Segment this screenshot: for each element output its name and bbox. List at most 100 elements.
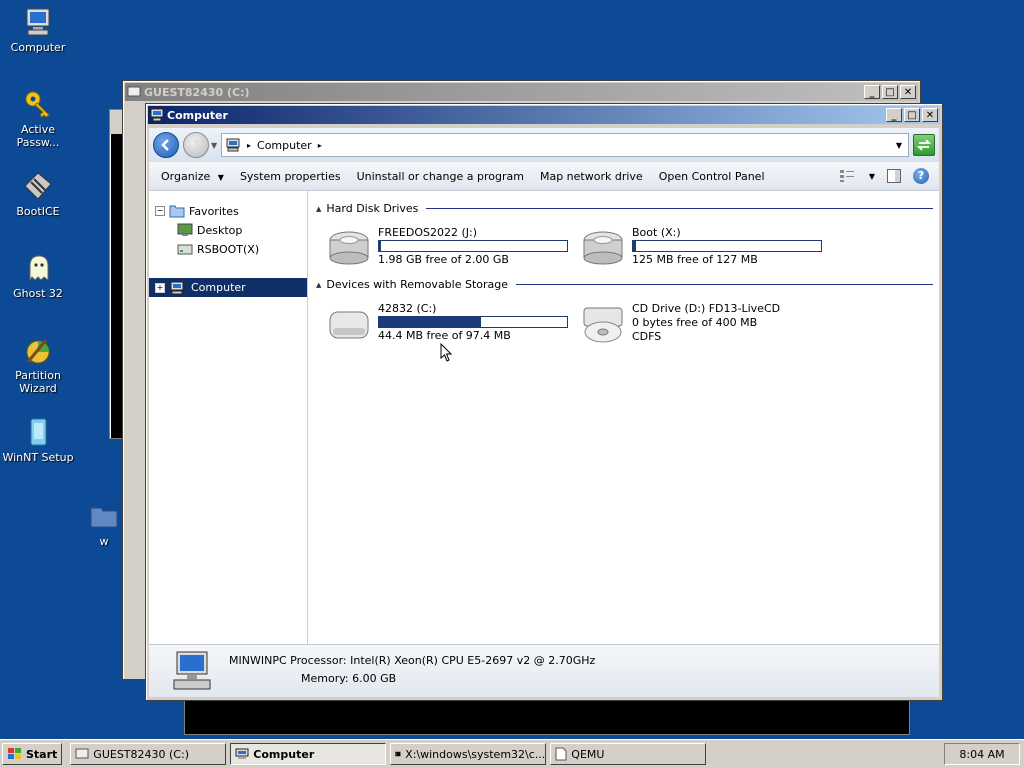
- view-options-icon[interactable]: [839, 169, 855, 183]
- open-control-panel-button[interactable]: Open Control Panel: [651, 170, 773, 183]
- uninstall-program-button[interactable]: Uninstall or change a program: [349, 170, 532, 183]
- system-tray-clock[interactable]: 8:04 AM: [944, 743, 1020, 765]
- desktop-icon-label: Ghost 32: [13, 287, 63, 300]
- desktop-icon-label: BootICE: [16, 205, 60, 218]
- memory-value: 6.00 GB: [352, 672, 397, 685]
- removable-drive-icon: [329, 311, 369, 339]
- nav-item-computer[interactable]: + Computer: [149, 278, 307, 297]
- desktop-icon-label: WinNT Setup: [2, 451, 74, 464]
- drive-usage-fill: [633, 241, 636, 251]
- computer-icon: [150, 108, 164, 122]
- close-button[interactable]: ✕: [900, 85, 916, 99]
- preview-pane-icon[interactable]: [887, 169, 901, 183]
- close-button[interactable]: ✕: [922, 108, 938, 122]
- folder-icon: [90, 507, 118, 528]
- desktop-icon-active-password[interactable]: Active Passw...: [0, 88, 76, 149]
- collapse-icon[interactable]: −: [155, 206, 165, 216]
- drive-freedos[interactable]: FREEDOS2022 (J:) 1.98 GB free of 2.00 GB: [328, 226, 573, 270]
- command-bar: Organize ▼ System properties Uninstall o…: [149, 162, 939, 191]
- explorer-titlebar[interactable]: Computer _ □ ✕: [148, 106, 940, 124]
- bootice-icon: [24, 172, 52, 200]
- drive-usage-bar: [378, 316, 568, 328]
- maximize-button[interactable]: □: [882, 85, 898, 99]
- back-button[interactable]: [153, 132, 179, 158]
- start-button[interactable]: Start: [2, 743, 63, 765]
- taskbar-item-cmd[interactable]: X:\windows\system32\c...: [390, 743, 547, 765]
- nav-item-label: RSBOOT(X): [197, 242, 260, 256]
- group-header-removable[interactable]: ▲ Devices with Removable Storage: [316, 278, 933, 291]
- drive-boot[interactable]: Boot (X:) 125 MB free of 127 MB: [582, 226, 827, 270]
- desktop-icon-bootice[interactable]: BootICE: [0, 170, 76, 218]
- taskbar-item-label: X:\windows\system32\c...: [405, 747, 546, 761]
- minimize-button[interactable]: _: [886, 108, 902, 122]
- group-title: Hard Disk Drives: [326, 202, 419, 215]
- desktop-icon-ghost32[interactable]: Ghost 32: [0, 252, 76, 300]
- taskbar-item-label: QEMU: [571, 747, 605, 761]
- expand-icon[interactable]: +: [155, 282, 165, 293]
- start-label: Start: [26, 747, 58, 761]
- refresh-button[interactable]: [913, 134, 935, 156]
- drive-icon: [177, 244, 193, 255]
- guest-titlebar[interactable]: GUEST82430 (C:) _ □ ✕: [125, 83, 918, 101]
- drive-name: 42832 (C:): [378, 302, 437, 315]
- folder-icon: [169, 205, 185, 218]
- arrow-left-icon: [161, 139, 169, 151]
- breadcrumb-separator-icon[interactable]: ▸: [318, 141, 322, 150]
- desktop-icon-label: Partition Wizard: [15, 369, 61, 395]
- drive-usage-fill: [379, 241, 381, 251]
- desktop-icon-label: Active Passw...: [16, 123, 60, 149]
- drive-name: FREEDOS2022 (J:): [378, 226, 478, 239]
- desktop-icon-label: Computer: [10, 41, 66, 54]
- chevron-down-icon: ▼: [217, 172, 224, 182]
- key-icon: [25, 91, 50, 118]
- taskbar-item-guest[interactable]: GUEST82430 (C:): [70, 743, 227, 765]
- history-dropdown-icon[interactable]: ▼: [211, 141, 217, 150]
- forward-button[interactable]: [183, 132, 209, 158]
- address-dropdown-icon[interactable]: ▼: [896, 141, 902, 150]
- collapse-arrow-icon: ▲: [316, 280, 322, 289]
- drive-usage-fill: [379, 317, 482, 327]
- nav-item-favorites[interactable]: − Favorites: [155, 204, 239, 218]
- drive-free-space: 0 bytes free of 400 MB: [632, 316, 758, 329]
- drive-usage-bar: [632, 240, 822, 252]
- refresh-icon: [916, 139, 932, 151]
- map-network-drive-button[interactable]: Map network drive: [532, 170, 651, 183]
- taskbar-item-label: GUEST82430 (C:): [93, 747, 189, 761]
- hard-disk-icon: [583, 231, 623, 265]
- navigation-pane: − Favorites Desktop RSBOOT(X) + Computer: [149, 191, 308, 644]
- organize-button[interactable]: Organize ▼: [153, 170, 232, 183]
- nav-item-rsboot[interactable]: RSBOOT(X): [177, 242, 259, 256]
- windows-logo-icon: [8, 748, 21, 759]
- drive-free-space: 44.4 MB free of 97.4 MB: [378, 329, 511, 342]
- document-icon: [555, 747, 567, 761]
- system-properties-button[interactable]: System properties: [232, 170, 349, 183]
- breadcrumb-separator-icon[interactable]: ▸: [247, 141, 251, 150]
- computer-name: MINWINPC: [229, 654, 287, 667]
- computer-icon: [173, 651, 211, 690]
- help-icon[interactable]: ?: [913, 168, 929, 184]
- nav-item-desktop[interactable]: Desktop: [177, 223, 242, 237]
- group-header-hard-disk[interactable]: ▲ Hard Disk Drives: [316, 202, 933, 215]
- maximize-button[interactable]: □: [904, 108, 920, 122]
- cd-drive-icon: [583, 307, 623, 343]
- breadcrumb-item-computer[interactable]: Computer: [257, 139, 312, 152]
- desktop-icon-computer[interactable]: Computer: [0, 6, 76, 54]
- views-dropdown-icon[interactable]: ▼: [869, 172, 875, 181]
- minimize-button[interactable]: _: [864, 85, 880, 99]
- collapse-arrow-icon: ▲: [316, 204, 322, 213]
- group-title: Devices with Removable Storage: [326, 278, 509, 291]
- drive-c[interactable]: 42832 (C:) 44.4 MB free of 97.4 MB: [328, 302, 573, 346]
- setup-icon: [30, 418, 47, 446]
- drive-name: Boot (X:): [632, 226, 681, 239]
- breadcrumb[interactable]: ▸ Computer ▸ ▼: [221, 133, 909, 157]
- explorer-window[interactable]: Computer _ □ ✕ ▼ ▸ Computer ▸ ▼ Organize…: [145, 103, 943, 701]
- desktop-icon-partition-wizard[interactable]: Partition Wizard: [0, 334, 76, 395]
- background-console-strip: [184, 699, 910, 735]
- drive-cd[interactable]: CD Drive (D:) FD13-LiveCD 0 bytes free o…: [582, 302, 827, 346]
- desktop-icon-winnt-setup[interactable]: WinNT Setup: [0, 416, 76, 464]
- taskbar-item-qemu[interactable]: QEMU: [550, 743, 707, 765]
- taskbar-item-computer[interactable]: Computer: [230, 743, 387, 765]
- memory-label: Memory:: [301, 672, 349, 685]
- content-pane: ▲ Hard Disk Drives FREEDOS2022 (J:) 1.98…: [308, 191, 939, 644]
- drive-free-space: 125 MB free of 127 MB: [632, 253, 758, 266]
